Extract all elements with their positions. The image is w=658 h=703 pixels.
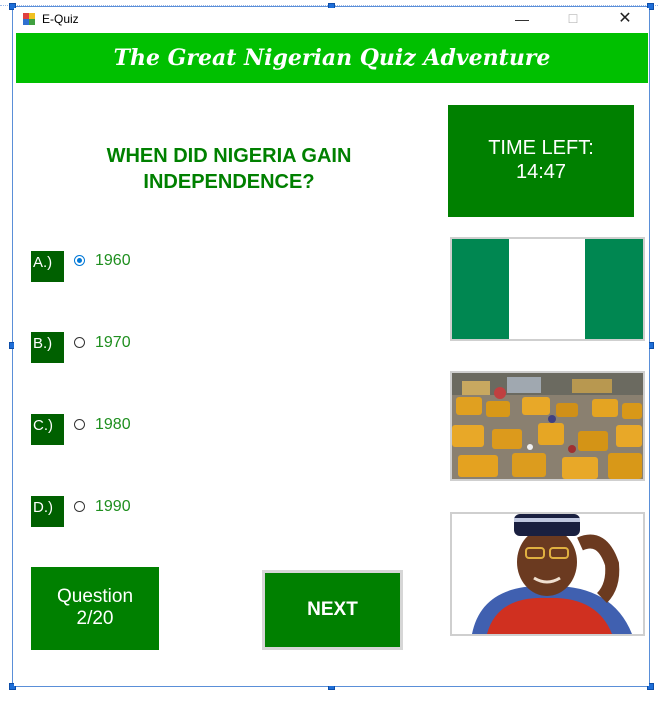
next-button[interactable]: NEXT (262, 570, 403, 650)
title-bar[interactable]: E-Quiz — ☐ ✕ (14, 8, 649, 30)
option-b-text[interactable]: 1970 (95, 334, 131, 352)
nigeria-flag-image (450, 237, 645, 341)
quiz-window: E-Quiz — ☐ ✕ The Great Nigerian Quiz Adv… (14, 8, 649, 686)
option-c-label: C.) (31, 414, 64, 445)
timer-panel: TIME LEFT: 14:47 (448, 105, 634, 217)
maximize-icon[interactable]: ☐ (558, 10, 588, 28)
question-counter-label: Question (56, 586, 134, 607)
market-traffic-icon (452, 373, 643, 479)
man-portrait-icon (452, 514, 643, 634)
lagos-market-image (450, 371, 645, 481)
timer-label: TIME LEFT: (488, 137, 594, 159)
app-icon (23, 13, 35, 25)
title-banner: The Great Nigerian Quiz Adventure (16, 33, 648, 83)
timer-value: 14:47 (515, 161, 567, 183)
portrait-image (450, 512, 645, 636)
nigeria-flag-icon (452, 239, 643, 339)
option-b-radio[interactable] (74, 337, 85, 348)
option-a-text[interactable]: 1960 (95, 252, 131, 270)
option-c-text[interactable]: 1980 (95, 416, 131, 434)
option-a-label: A.) (31, 251, 64, 282)
option-c-radio[interactable] (74, 419, 85, 430)
minimize-icon[interactable]: — (507, 10, 537, 28)
banner-title: The Great Nigerian Quiz Adventure (113, 45, 551, 71)
close-icon[interactable]: ✕ (610, 10, 640, 28)
window-title: E-Quiz (42, 12, 79, 26)
question-counter-value: 2/20 (76, 608, 114, 629)
option-b-label: B.) (31, 332, 64, 363)
option-d-text[interactable]: 1990 (95, 498, 131, 516)
question-counter: Question 2/20 (31, 567, 159, 650)
question-text: WHEN DID NIGERIA GAIN INDEPENDENCE? (106, 145, 352, 193)
option-a-radio[interactable] (74, 255, 85, 266)
option-d-label: D.) (31, 496, 64, 527)
option-d-radio[interactable] (74, 501, 85, 512)
